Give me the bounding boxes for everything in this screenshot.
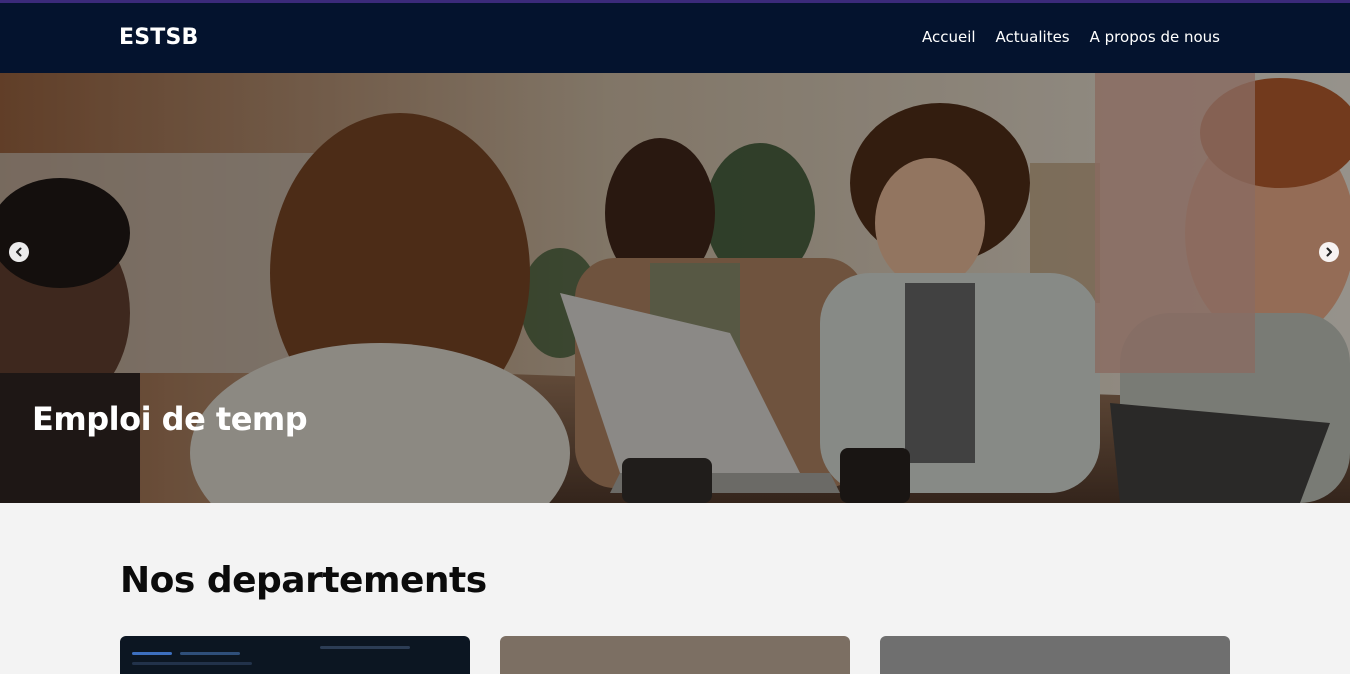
hero-carousel: Emploi de temp [0, 73, 1350, 503]
brand-logo[interactable]: ESTSB [119, 25, 199, 50]
nav-link-a-propos[interactable]: A propos de nous [1090, 28, 1220, 46]
department-card[interactable] [120, 636, 470, 674]
carousel-next-button[interactable] [1319, 242, 1339, 262]
departments-title: Nos departements [120, 560, 487, 601]
chevron-left-icon [16, 247, 22, 257]
chevron-right-icon [1326, 247, 1332, 257]
hero-overlay [0, 73, 1350, 503]
main-nav: Accueil Actualites A propos de nous [922, 28, 1220, 46]
department-card[interactable] [880, 636, 1230, 674]
carousel-prev-button[interactable] [9, 242, 29, 262]
nav-link-actualites[interactable]: Actualites [996, 28, 1070, 46]
navbar: ESTSB Accueil Actualites A propos de nou… [0, 3, 1350, 73]
nav-link-accueil[interactable]: Accueil [922, 28, 976, 46]
department-card[interactable] [500, 636, 850, 674]
hero-caption: Emploi de temp [32, 400, 308, 438]
